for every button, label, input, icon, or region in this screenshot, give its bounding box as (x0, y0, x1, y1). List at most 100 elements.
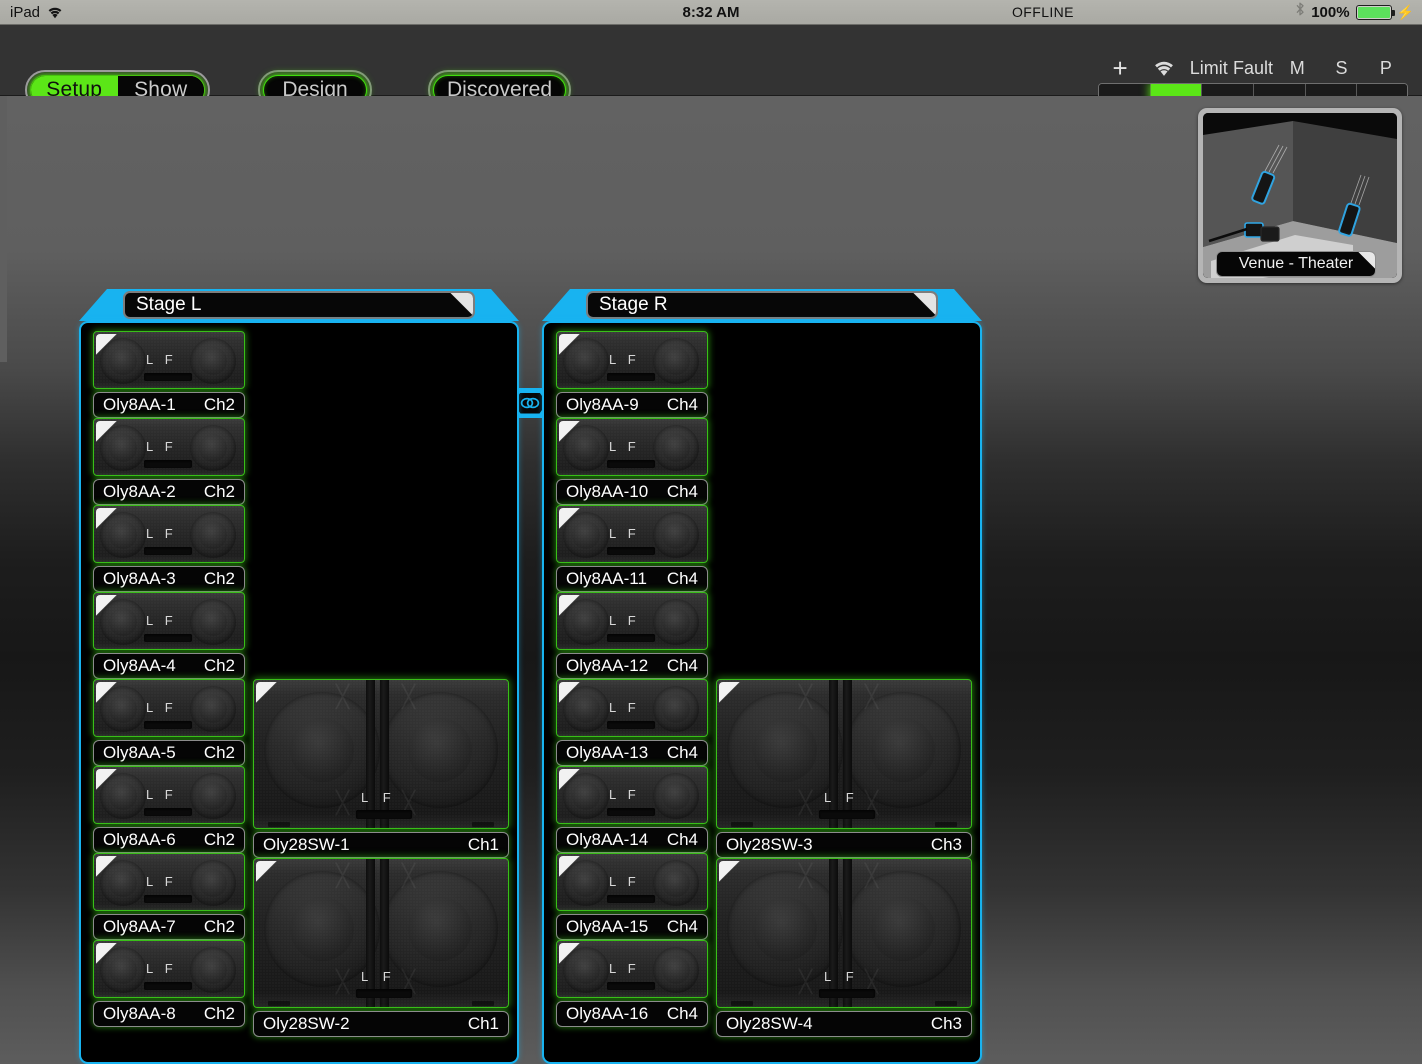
speaker-card-2[interactable]: L F Oly8AA-3 Ch2 (93, 505, 245, 592)
speaker-card-1[interactable]: L F Oly8AA-2 Ch2 (93, 418, 245, 505)
power-label: P (1379, 57, 1392, 78)
speaker-label: Oly8AA-6 Ch2 (93, 827, 245, 853)
speaker-card-6[interactable]: L F Oly8AA-15 Ch4 (556, 853, 708, 940)
driver-cone-right (190, 860, 236, 906)
venue-label[interactable]: Venue - Theater (1216, 251, 1376, 277)
group-name-field[interactable]: Stage R (586, 291, 938, 319)
driver-cone-right (190, 599, 236, 645)
subwoofer-channel: Ch1 (467, 835, 499, 854)
cabinet-handle (144, 460, 192, 468)
line-array-cabinet-graphic: LF (556, 505, 708, 563)
cabinet-lf-marks: LF (146, 700, 174, 715)
selection-corner-icon (559, 769, 581, 791)
speaker-name: Oly8AA-2 (103, 482, 176, 501)
speaker-card-5[interactable]: L F Oly8AA-6 Ch2 (93, 766, 245, 853)
subwoofer-label: Oly28SW-3 Ch3 (716, 832, 972, 858)
subwoofer-cabinet-graphic: ╳ ╳ ╳ ╳ L F (253, 679, 509, 829)
cabinet-handle (819, 810, 875, 819)
edit-corner-icon (912, 293, 936, 317)
lightning-bolt-icon: ⚡ (1396, 4, 1414, 20)
speaker-channel: Ch4 (666, 656, 698, 675)
group-stage-r[interactable]: Stage R L F Oly8AA-9 Ch4 L F Oly8AA-10 Ch4 LF O… (542, 289, 982, 1064)
subwoofer-card-0[interactable]: ╳ ╳ ╳ ╳ L F Oly28SW-3 Ch3 (716, 679, 972, 858)
cabinet-handle (144, 721, 192, 729)
speaker-card-7[interactable]: L F Oly8AA-8 Ch2 (93, 940, 245, 1027)
driver-cone-right (653, 338, 699, 384)
solo-label: S (1335, 57, 1348, 78)
speaker-channel: Ch4 (666, 743, 698, 762)
plus-icon[interactable]: + (1098, 55, 1142, 81)
driver-cone-right (845, 692, 961, 808)
speaker-name: Oly8AA-4 (103, 656, 176, 675)
subwoofer-name: Oly28SW-3 (726, 835, 813, 854)
driver-cone-right (653, 860, 699, 906)
selection-corner-icon (96, 682, 118, 704)
venue-thumbnail[interactable]: Venue - Theater (1198, 108, 1402, 283)
subwoofer-label: Oly28SW-1 Ch1 (253, 832, 509, 858)
speaker-name: Oly8AA-6 (103, 830, 176, 849)
cabinet-lf-marks: LF (824, 969, 855, 984)
cabinet-handle (607, 982, 655, 990)
edit-corner-icon (449, 293, 473, 317)
wifi-status-icon[interactable] (1142, 60, 1186, 77)
line-array-cabinet-graphic: LF (556, 331, 708, 389)
speaker-card-6[interactable]: L F Oly8AA-7 Ch2 (93, 853, 245, 940)
cabinet-foot (935, 822, 957, 827)
cabinet-handle (819, 989, 875, 998)
speaker-label: Oly8AA-7 Ch2 (93, 914, 245, 940)
speaker-card-2[interactable]: L F Oly8AA-11 Ch4 (556, 505, 708, 592)
selection-corner-icon (256, 861, 278, 883)
subwoofer-card-1[interactable]: ╳ ╳ ╳ ╳ L F Oly28SW-4 Ch3 (716, 858, 972, 1037)
subwoofer-card-0[interactable]: ╳ ╳ ╳ ╳ L F Oly28SW-1 Ch1 (253, 679, 509, 858)
design-canvas[interactable]: Venue - Theater Stage L L F Oly8AA-1 Ch2… (0, 96, 1422, 1064)
speaker-card-1[interactable]: L F Oly8AA-10 Ch4 (556, 418, 708, 505)
speaker-card-4[interactable]: L F Oly8AA-5 Ch2 (93, 679, 245, 766)
speaker-card-0[interactable]: L F Oly8AA-1 Ch2 (93, 331, 245, 418)
speaker-card-3[interactable]: L F Oly8AA-12 Ch4 (556, 592, 708, 679)
speaker-channel: Ch4 (666, 830, 698, 849)
cabinet-center-bar-left (829, 859, 838, 1007)
driver-cone-right (845, 871, 961, 987)
speaker-name: Oly8AA-16 (566, 1004, 649, 1023)
chevron-icon: ╳ (336, 790, 350, 815)
speaker-label: Oly8AA-2 Ch2 (93, 479, 245, 505)
cabinet-handle (144, 982, 192, 990)
chevron-icon: ╳ (336, 684, 350, 709)
speaker-card-5[interactable]: L F Oly8AA-14 Ch4 (556, 766, 708, 853)
cabinet-handle (356, 810, 412, 819)
chevron-icon: ╳ (402, 863, 416, 888)
cabinet-center-bar-left (366, 859, 375, 1007)
speaker-label: Oly8AA-12 Ch4 (556, 653, 708, 679)
group-stage-l-body[interactable]: L F Oly8AA-1 Ch2 L F Oly8AA-2 Ch2 L F Oly8AA-3 Ch… (79, 321, 519, 1064)
driver-cone-right (190, 512, 236, 558)
selection-corner-icon (256, 682, 278, 704)
selection-corner-icon (559, 595, 581, 617)
cabinet-lf-marks: LF (609, 613, 637, 628)
selection-corner-icon (96, 595, 118, 617)
speaker-channel: Ch2 (203, 656, 235, 675)
cabinet-handle (607, 373, 655, 381)
subwoofer-card-1[interactable]: ╳ ╳ ╳ ╳ L F Oly28SW-2 Ch1 (253, 858, 509, 1037)
speaker-card-3[interactable]: L F Oly8AA-4 Ch2 (93, 592, 245, 679)
bluetooth-icon (1295, 0, 1305, 25)
selection-corner-icon (559, 421, 581, 443)
cabinet-center-bar-right (843, 859, 852, 1007)
speaker-channel: Ch2 (203, 1004, 235, 1023)
speaker-name: Oly8AA-10 (566, 482, 649, 501)
speaker-label: Oly8AA-10 Ch4 (556, 479, 708, 505)
speaker-name: Oly8AA-11 (566, 569, 647, 588)
speaker-card-7[interactable]: L F Oly8AA-16 Ch4 (556, 940, 708, 1027)
speaker-label: Oly8AA-5 Ch2 (93, 740, 245, 766)
speaker-label: Oly8AA-11 Ch4 (556, 566, 708, 592)
speaker-card-0[interactable]: L F Oly8AA-9 Ch4 (556, 331, 708, 418)
group-stage-l[interactable]: Stage L L F Oly8AA-1 Ch2 L F Oly8AA-2 Ch2 L F Ol… (79, 289, 519, 1064)
group-stage-r-body[interactable]: L F Oly8AA-9 Ch4 L F Oly8AA-10 Ch4 L F Oly8AA-11… (542, 321, 982, 1064)
app-toolbar: Setup Show Design Discovered + Limit Fau… (0, 25, 1422, 110)
speaker-channel: Ch2 (203, 830, 235, 849)
driver-cone-right (190, 338, 236, 384)
line-array-cabinet-graphic: LF (556, 766, 708, 824)
cabinet-handle (607, 895, 655, 903)
speaker-card-4[interactable]: L F Oly8AA-13 Ch4 (556, 679, 708, 766)
speaker-label: Oly8AA-4 Ch2 (93, 653, 245, 679)
group-name-field[interactable]: Stage L (123, 291, 475, 319)
